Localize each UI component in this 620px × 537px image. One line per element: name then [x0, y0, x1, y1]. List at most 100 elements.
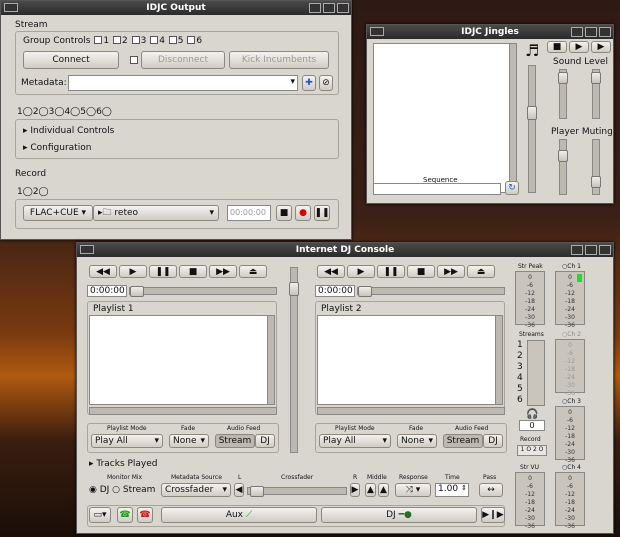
group-4-checkbox[interactable]: [150, 36, 159, 44]
format-select[interactable]: FLAC+CUE ▾: [23, 205, 93, 221]
p1-dj-button[interactable]: DJ: [255, 434, 275, 448]
player-muting-slider-2[interactable]: [591, 139, 601, 195]
server-tabs[interactable]: 1◯2◯3◯4◯5◯6◯: [17, 107, 112, 117]
jingles-level-slider[interactable]: [527, 65, 537, 193]
dj-mic-button[interactable]: DJ ━●: [321, 507, 477, 523]
maximize-icon[interactable]: [585, 245, 597, 255]
group-5-checkbox[interactable]: [168, 36, 177, 44]
p1-progress-slider[interactable]: [129, 286, 277, 297]
disconnect-button[interactable]: Disconnect: [141, 51, 225, 69]
p2-pause-button[interactable]: ❚❚: [377, 265, 405, 278]
p1-eject-button[interactable]: ⏏: [239, 265, 267, 278]
individual-controls-expander[interactable]: ▸ Individual Controls: [23, 126, 114, 136]
sound-level-slider-1[interactable]: [558, 69, 568, 119]
p1-next-button[interactable]: ▶▶: [209, 265, 237, 278]
aux-button[interactable]: Aux ⟋: [161, 507, 317, 523]
output-titlebar[interactable]: IDJC Output: [1, 1, 351, 15]
p2-next-button[interactable]: ▶▶: [437, 265, 465, 278]
connect-button[interactable]: Connect: [23, 51, 119, 69]
phone-red-button[interactable]: ☎: [137, 507, 153, 523]
p1-stream-button[interactable]: Stream: [215, 434, 255, 448]
slider-knob[interactable]: [558, 150, 568, 162]
maximize-icon[interactable]: [323, 3, 335, 13]
record-stop-button[interactable]: ■: [276, 205, 292, 221]
group-3-checkbox[interactable]: [131, 36, 140, 44]
playlist2-list[interactable]: [317, 315, 503, 405]
add-metadata-button[interactable]: ✚: [302, 75, 316, 91]
minimize-icon[interactable]: [571, 27, 583, 37]
p1-fade-select[interactable]: None ▾: [169, 434, 209, 448]
jingle-play-button[interactable]: ▶: [569, 41, 589, 53]
p1-stop-button[interactable]: ■: [179, 265, 207, 278]
jingle-play-button-2[interactable]: ▶: [591, 41, 611, 53]
close-icon[interactable]: [599, 27, 611, 37]
jingles-titlebar[interactable]: IDJC Jingles: [367, 25, 613, 39]
crossfader-left-button[interactable]: ◀: [234, 483, 244, 497]
p2-stop-button[interactable]: ■: [407, 265, 435, 278]
minimize-icon[interactable]: [309, 3, 321, 13]
jingles-scrollbar[interactable]: [509, 43, 517, 193]
close-icon[interactable]: [337, 3, 349, 13]
group-6-checkbox[interactable]: [187, 36, 196, 44]
playlist2-scrollbar[interactable]: [495, 315, 503, 405]
playlist1-hscroll[interactable]: [89, 407, 277, 415]
refresh-button[interactable]: ↻: [505, 181, 519, 195]
p2-eject-button[interactable]: ⏏: [467, 265, 495, 278]
jingle-stop-button[interactable]: ■: [547, 41, 567, 53]
time-spin[interactable]: 1.00 ⇕: [435, 483, 469, 497]
minimize-icon[interactable]: [571, 245, 583, 255]
monitor-mix-radios[interactable]: ◉ DJ ○ Stream: [89, 485, 155, 495]
metadata-input[interactable]: ▾: [68, 75, 298, 91]
sequence-input[interactable]: [373, 183, 501, 195]
p2-stream-button[interactable]: Stream: [443, 434, 483, 448]
slider-knob[interactable]: [358, 286, 372, 297]
middle-up-button[interactable]: ▲: [365, 483, 376, 497]
advance-button[interactable]: ▶❙▶: [481, 507, 505, 523]
view-menu-button[interactable]: ▭▾: [89, 507, 111, 523]
kick-incumbents-button[interactable]: Kick Incumbents: [229, 51, 329, 69]
window-menu-icon[interactable]: [80, 245, 94, 254]
window-menu-icon[interactable]: [4, 3, 18, 12]
window-menu-icon[interactable]: [370, 27, 384, 36]
configuration-expander[interactable]: ▸ Configuration: [23, 143, 91, 153]
sound-level-slider-2[interactable]: [591, 69, 601, 119]
slider-knob[interactable]: [250, 486, 264, 497]
volume-slider[interactable]: [289, 267, 299, 453]
slider-knob[interactable]: [527, 106, 537, 120]
connect-checkbox[interactable]: [130, 56, 138, 64]
group-2-checkbox[interactable]: [112, 36, 121, 44]
close-icon[interactable]: [599, 245, 611, 255]
record-pause-button[interactable]: ❚❚: [314, 205, 330, 221]
slider-knob[interactable]: [591, 72, 601, 84]
p1-playlist-mode-select[interactable]: Play All ▾: [91, 434, 163, 448]
p2-play-button[interactable]: ▶: [347, 265, 375, 278]
tracks-played-expander[interactable]: ▸ Tracks Played: [89, 459, 158, 469]
playlist1-scrollbar[interactable]: [267, 315, 275, 405]
maximize-icon[interactable]: [585, 27, 597, 37]
playlist1-list[interactable]: [89, 315, 275, 405]
record-tabs[interactable]: 1◯2◯: [17, 187, 49, 197]
p2-playlist-mode-select[interactable]: Play All ▾: [319, 434, 391, 448]
p1-previous-button[interactable]: ◀◀: [89, 265, 117, 278]
p2-fade-select[interactable]: None ▾: [397, 434, 437, 448]
group-1-checkbox[interactable]: [94, 36, 103, 44]
p1-play-button[interactable]: ▶: [119, 265, 147, 278]
pass-button[interactable]: ↔: [479, 483, 503, 497]
folder-select[interactable]: ▸ 🗀 reteo ▾: [93, 205, 219, 221]
link-metadata-button[interactable]: ⊘: [319, 75, 333, 91]
crossfader-slider[interactable]: [247, 486, 347, 497]
slider-knob[interactable]: [130, 286, 144, 297]
slider-knob[interactable]: [289, 282, 299, 296]
player-muting-slider-1[interactable]: [558, 139, 568, 195]
metadata-source-select[interactable]: Crossfader ▾: [161, 483, 231, 497]
middle-up-button-2[interactable]: ▲: [378, 483, 389, 497]
slider-knob[interactable]: [558, 72, 568, 84]
p2-previous-button[interactable]: ◀◀: [317, 265, 345, 278]
crossfader-right-button[interactable]: ▶: [350, 483, 360, 497]
chevron-down-icon[interactable]: ▾: [290, 77, 295, 87]
record-button[interactable]: ●: [295, 205, 311, 221]
console-titlebar[interactable]: Internet DJ Console: [77, 243, 613, 257]
slider-knob[interactable]: [591, 176, 601, 188]
spin-icon[interactable]: ⇕: [461, 484, 467, 492]
phone-green-button[interactable]: ☎: [117, 507, 133, 523]
